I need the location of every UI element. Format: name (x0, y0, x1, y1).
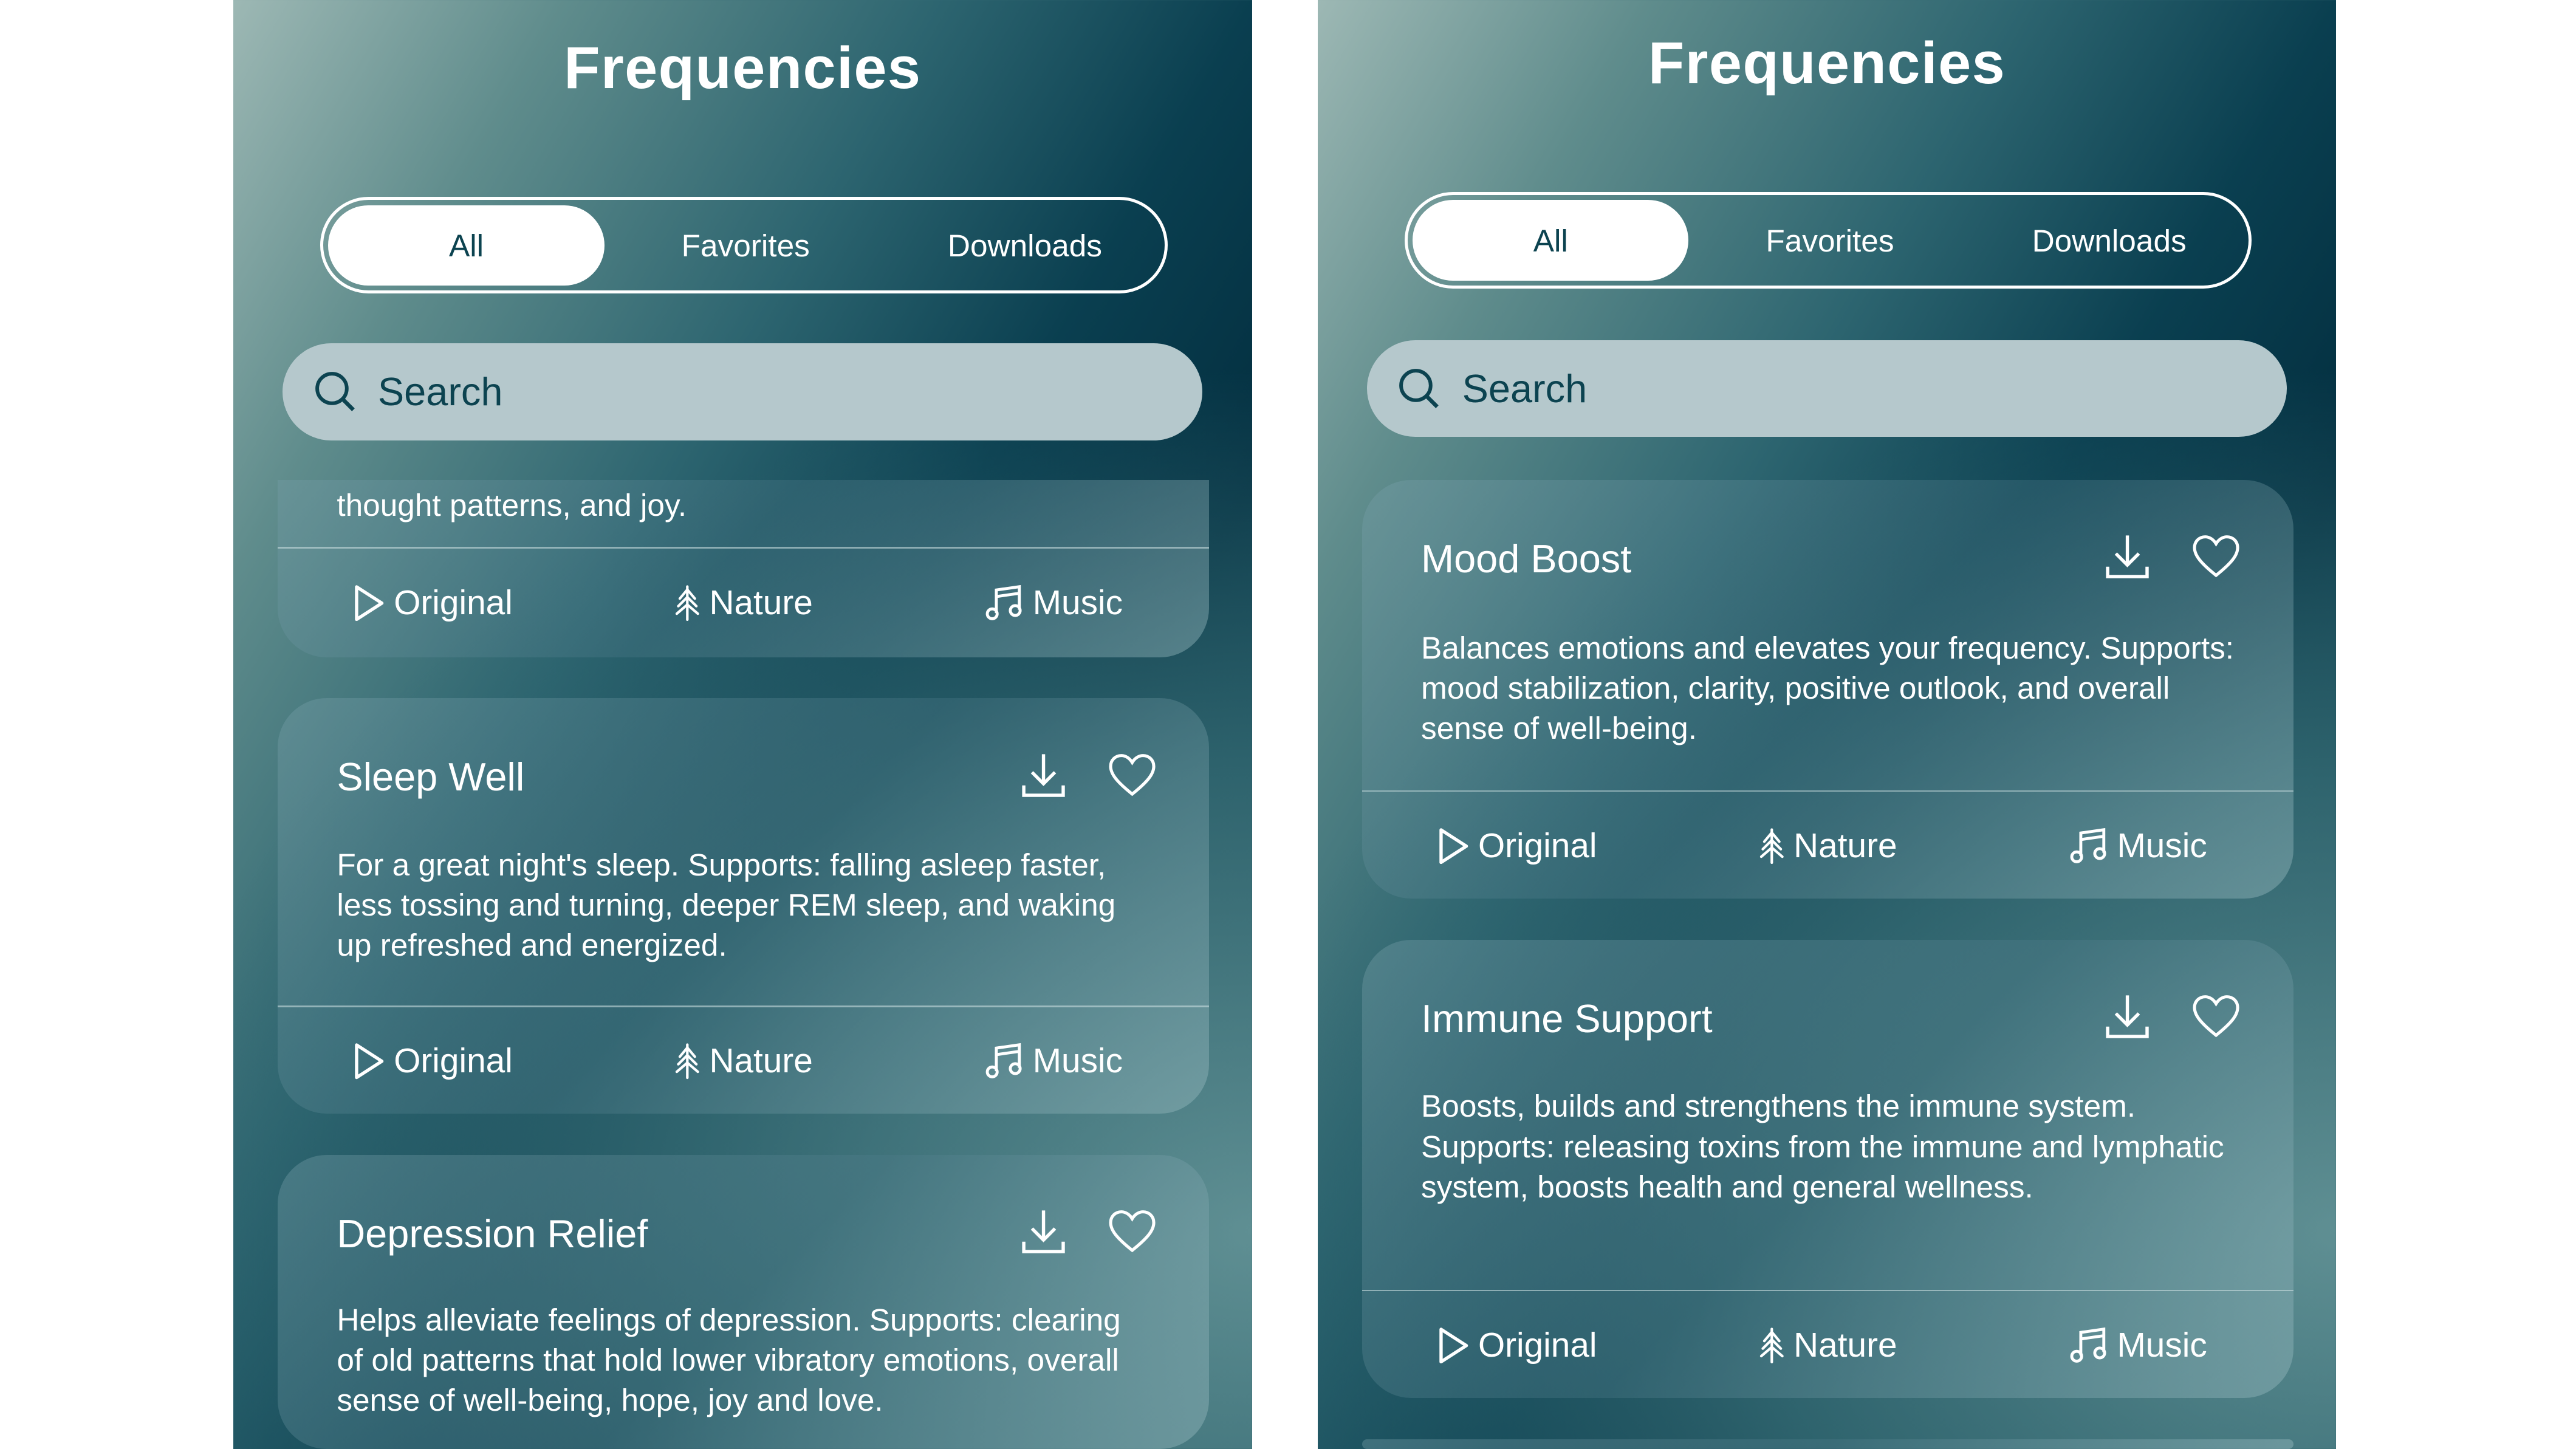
tab-downloads[interactable]: Downloads (1971, 200, 2247, 281)
tab-favorites[interactable]: Favorites (608, 205, 883, 286)
card-description: thought patterns, and joy. (337, 487, 687, 522)
card-description: Balances emotions and elevates your freq… (1421, 629, 2235, 746)
tree-icon (674, 585, 701, 621)
play-icon (1437, 1327, 1470, 1364)
music-note-icon (2069, 827, 2109, 864)
play-icon (1437, 828, 1470, 865)
heart-icon[interactable] (2191, 532, 2241, 584)
card-title: Sleep Well (337, 755, 525, 800)
search-placeholder: Search (377, 369, 503, 414)
card-icons (2103, 992, 2241, 1044)
tree-icon (674, 1043, 701, 1080)
nature-button[interactable]: Nature (588, 549, 899, 657)
action-label: Music (1032, 583, 1123, 622)
play-icon (353, 584, 386, 621)
tree-icon (1758, 1327, 1786, 1364)
action-label: Original (1478, 827, 1597, 866)
tab-all[interactable]: All (328, 205, 605, 286)
original-button[interactable]: Original (1362, 792, 1673, 899)
card-icons (1019, 1207, 1157, 1259)
card-title: Depression Relief (337, 1211, 648, 1256)
page-title: Frequencies (564, 35, 922, 101)
frequency-list[interactable]: Mood Boost Balances emotions and elevates… (1362, 479, 2293, 1449)
action-label: Original (1478, 1326, 1597, 1365)
download-icon[interactable] (1019, 1207, 1068, 1259)
frequency-card[interactable]: Mood Boost Balances emotions and elevates… (1362, 479, 2293, 899)
original-button[interactable]: Original (278, 1007, 588, 1114)
download-icon[interactable] (2103, 992, 2152, 1044)
phone-screen: Frequencies All Favorites Downloads Search Mo… (1317, 0, 2337, 1449)
card-description: For a great night's sleep. Supports: fal… (337, 846, 1116, 963)
heart-icon[interactable] (1108, 751, 1157, 803)
play-icon (353, 1043, 386, 1080)
card-icons (2103, 532, 2241, 584)
music-button[interactable]: Music (899, 549, 1209, 657)
tree-icon (1758, 828, 1786, 864)
search-icon (1396, 366, 1442, 412)
action-label: Nature (709, 583, 813, 622)
frequency-card[interactable]: Immune Support Boosts, builds and strengt… (1362, 939, 2293, 1399)
search-input[interactable]: Search (1366, 340, 2287, 437)
search-icon (312, 369, 358, 415)
frequency-card[interactable]: Depression Relief Helps alleviate feeling… (277, 1154, 1210, 1449)
action-label: Nature (1793, 1326, 1897, 1365)
music-button[interactable]: Music (899, 1007, 1209, 1114)
search-input[interactable]: Search (283, 343, 1203, 440)
music-note-icon (985, 1043, 1024, 1079)
tab-all[interactable]: All (1413, 200, 1689, 281)
tab-downloads[interactable]: Downloads (887, 205, 1163, 286)
action-label: Music (2117, 1326, 2207, 1365)
music-note-icon (985, 584, 1024, 621)
original-button[interactable]: Original (278, 549, 588, 657)
search-placeholder: Search (1462, 366, 1588, 411)
action-label: Original (394, 1042, 513, 1081)
card-title: Immune Support (1421, 996, 1713, 1041)
frequency-list[interactable]: thought patterns, and joy. Original Nature… (277, 479, 1210, 1449)
music-note-icon (2069, 1327, 2109, 1363)
download-icon[interactable] (2103, 532, 2152, 584)
card-description: Helps alleviate feelings of depression. … (337, 1301, 1121, 1418)
action-label: Nature (1793, 827, 1897, 866)
phone-screen: Frequencies All Favorites Downloads Search th… (233, 0, 1252, 1449)
action-label: Music (2117, 827, 2207, 866)
music-button[interactable]: Music (1983, 792, 2293, 899)
screenshot-canvas: Frequencies All Favorites Downloads Search th… (0, 0, 2576, 1449)
heart-icon[interactable] (2191, 992, 2241, 1044)
frequency-card[interactable]: thought patterns, and joy. Original Nature… (277, 479, 1210, 657)
music-button[interactable]: Music (1983, 1291, 2293, 1398)
filter-segmented-control: All Favorites Downloads (320, 197, 1168, 294)
tab-favorites[interactable]: Favorites (1692, 200, 1968, 281)
action-label: Nature (709, 1042, 813, 1081)
frequency-card[interactable]: Sleep Well For a great night's sleep. Sup… (277, 698, 1210, 1114)
nature-button[interactable]: Nature (1673, 792, 1983, 899)
card-icons (1019, 751, 1157, 803)
heart-icon[interactable] (1108, 1207, 1157, 1259)
page-title: Frequencies (1648, 29, 2006, 96)
action-label: Music (1032, 1042, 1123, 1081)
original-button[interactable]: Original (1362, 1291, 1673, 1398)
card-actions: Original Nature Music (1362, 792, 2293, 899)
filter-segmented-control: All Favorites Downloads (1405, 192, 2252, 289)
card-description: Boosts, builds and strengthens the immun… (1421, 1088, 2224, 1204)
download-icon[interactable] (1019, 751, 1068, 803)
card-title: Mood Boost (1421, 536, 1632, 581)
card-actions: Original Nature Music (278, 1007, 1209, 1114)
nature-button[interactable]: Nature (1673, 1291, 1983, 1398)
card-actions: Original Nature Music (1362, 1291, 2293, 1398)
card-actions: Original Nature Music (278, 549, 1209, 657)
frequency-card[interactable] (1362, 1439, 2293, 1449)
nature-button[interactable]: Nature (588, 1007, 899, 1114)
action-label: Original (394, 583, 513, 622)
